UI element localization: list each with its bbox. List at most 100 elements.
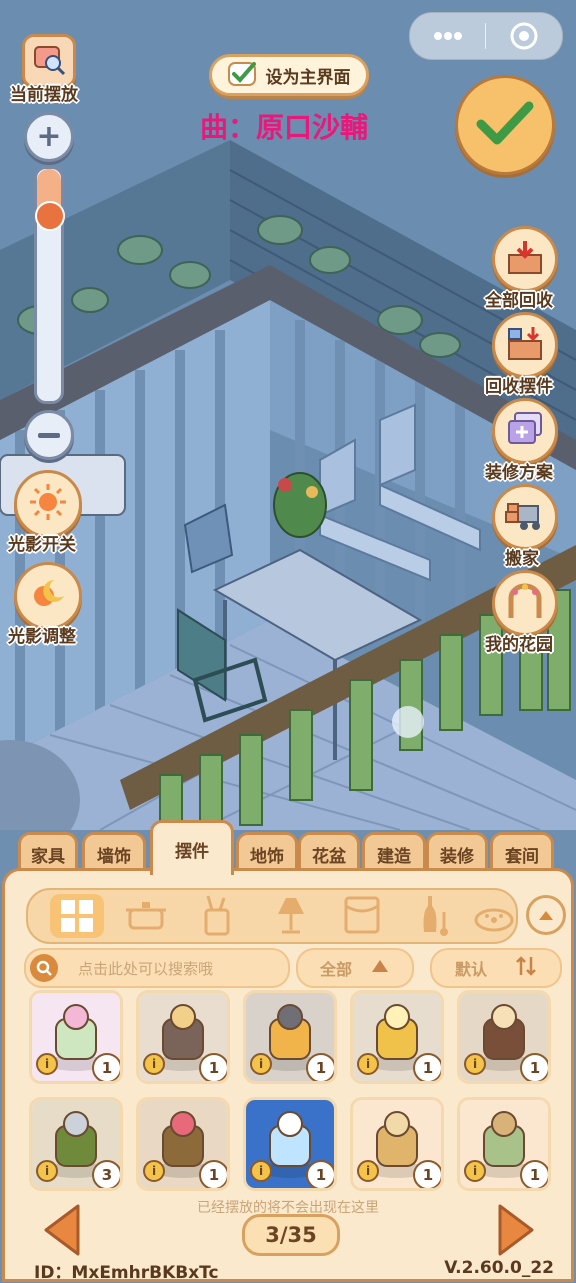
tab-build[interactable]: 建造: [362, 832, 426, 873]
subcat-curtain[interactable]: [340, 894, 384, 940]
checkmark-icon: [475, 98, 535, 152]
info-icon[interactable]: i: [143, 1160, 165, 1182]
prev-page-button[interactable]: [42, 1204, 82, 1260]
info-icon[interactable]: i: [250, 1053, 272, 1075]
item-count-badge: 1: [306, 1160, 334, 1188]
sort-select-value: 默认: [454, 960, 487, 979]
subcat-lamp[interactable]: [268, 894, 312, 940]
recall-item-label: 回收摆件: [485, 377, 553, 397]
more-dots-icon[interactable]: [410, 13, 485, 59]
info-icon[interactable]: i: [464, 1053, 486, 1075]
item-card-candelabra[interactable]: i1: [136, 990, 230, 1084]
mini-program-capsule: [409, 12, 563, 60]
subcat-all[interactable]: [50, 894, 104, 938]
subcat-stationery[interactable]: [196, 894, 240, 940]
current-layout-label: 当前摆放: [10, 85, 78, 105]
search-icon: [30, 954, 58, 982]
zoom-slider-handle[interactable]: [35, 201, 65, 231]
moving-truck-icon: [504, 498, 546, 536]
light-adjust-button[interactable]: [14, 562, 82, 630]
item-count-badge: 1: [306, 1053, 334, 1081]
tab-label: 花盆: [312, 846, 346, 867]
info-icon[interactable]: i: [36, 1053, 58, 1075]
tab-ornaments[interactable]: 摆件: [150, 820, 234, 875]
sun-moon-icon: [28, 574, 68, 618]
tab-suite[interactable]: 套间: [490, 832, 554, 873]
light-toggle-button[interactable]: [14, 470, 82, 538]
zoom-slider[interactable]: [34, 166, 65, 404]
item-card-milk-can[interactable]: i1: [457, 1097, 551, 1191]
search-placeholder: 点击此处可以搜索哦: [78, 959, 214, 978]
subcat-kitchen[interactable]: [124, 896, 168, 938]
item-count-badge: 1: [413, 1053, 441, 1081]
info-icon[interactable]: i: [36, 1160, 58, 1182]
item-card-champagne-bucket[interactable]: i3: [29, 1097, 123, 1191]
item-card-camera-photos[interactable]: i1: [243, 990, 337, 1084]
light-toggle-label: 光影开关: [8, 535, 76, 555]
subcat-pet[interactable]: [472, 894, 516, 940]
item-count-badge: 1: [520, 1053, 548, 1081]
song-credit-text: 曲：原口沙輔: [200, 111, 369, 144]
tab-label: 地饰: [250, 846, 284, 867]
item-count-badge: 1: [199, 1160, 227, 1188]
tab-label: 装修: [440, 846, 474, 867]
pen-cup-icon: [196, 895, 240, 940]
tab-furniture[interactable]: 家具: [18, 832, 78, 873]
info-icon[interactable]: i: [143, 1053, 165, 1075]
box-arrow-down-icon: [505, 239, 545, 279]
category-select-value: 全部: [319, 960, 352, 979]
collapse-panel-button[interactable]: [526, 895, 566, 935]
tab-wall-decor[interactable]: 墙饰: [82, 832, 146, 873]
light-adjust-label: 光影调整: [8, 627, 76, 647]
search-box[interactable]: 点击此处可以搜索哦: [24, 948, 290, 988]
recall-all-button[interactable]: [492, 226, 558, 292]
confirm-button[interactable]: [455, 75, 555, 175]
item-card-picnic-basket[interactable]: i1: [350, 1097, 444, 1191]
move-house-button[interactable]: [492, 484, 558, 550]
info-icon[interactable]: i: [357, 1160, 379, 1182]
target-close-icon[interactable]: [486, 13, 561, 59]
item-count-badge: 1: [92, 1053, 120, 1081]
info-icon[interactable]: i: [464, 1160, 486, 1182]
decor-plans-label: 装修方案: [485, 463, 553, 483]
next-page-button[interactable]: [496, 1204, 536, 1260]
subcategory-bar: [26, 888, 518, 944]
page-indicator: 3/35: [242, 1214, 340, 1256]
tab-label: 家具: [31, 846, 65, 867]
zoom-in-button[interactable]: +: [24, 112, 74, 162]
tab-label: 建造: [377, 846, 411, 867]
info-icon[interactable]: i: [250, 1160, 272, 1182]
recall-item-button[interactable]: [492, 312, 558, 378]
box-item-recall-icon: [505, 325, 545, 365]
item-card-lantern-candles[interactable]: i1: [457, 990, 551, 1084]
plus-icon: +: [36, 119, 62, 154]
magnifier-room-icon: [32, 42, 66, 80]
set-main-screen-label: 设为主界面: [265, 67, 351, 88]
triangle-up-icon: [370, 958, 390, 978]
checkbox-check-icon: [227, 60, 258, 90]
info-icon[interactable]: i: [357, 1053, 379, 1075]
bottle-icon: [412, 896, 456, 940]
my-garden-button[interactable]: [492, 570, 558, 636]
lamp-icon: [268, 898, 312, 940]
set-main-screen-button[interactable]: 设为主界面: [209, 54, 369, 96]
tab-decoration[interactable]: 装修: [426, 832, 488, 873]
item-card-golden-cake[interactable]: i1: [350, 990, 444, 1084]
item-card-cocktail-tray[interactable]: i1: [136, 1097, 230, 1191]
curtain-icon: [340, 896, 384, 940]
item-count-badge: 3: [92, 1160, 120, 1188]
tab-flower-pot[interactable]: 花盆: [298, 832, 360, 873]
item-count-badge: 1: [520, 1160, 548, 1188]
item-count-badge: 1: [199, 1053, 227, 1081]
category-select[interactable]: 全部: [296, 948, 414, 988]
subcat-vase[interactable]: [412, 894, 456, 940]
tab-label: 墙饰: [97, 846, 131, 867]
pet-bowl-icon: [472, 908, 516, 940]
zoom-out-button[interactable]: [24, 410, 74, 460]
decor-plans-button[interactable]: [492, 398, 558, 464]
item-card-cake[interactable]: i1: [29, 990, 123, 1084]
item-card-balloon-hologram[interactable]: i1: [243, 1097, 337, 1191]
tab-floor-decor[interactable]: 地饰: [236, 832, 298, 873]
plan-cards-icon: [505, 411, 545, 451]
sort-select[interactable]: 默认: [430, 948, 562, 988]
